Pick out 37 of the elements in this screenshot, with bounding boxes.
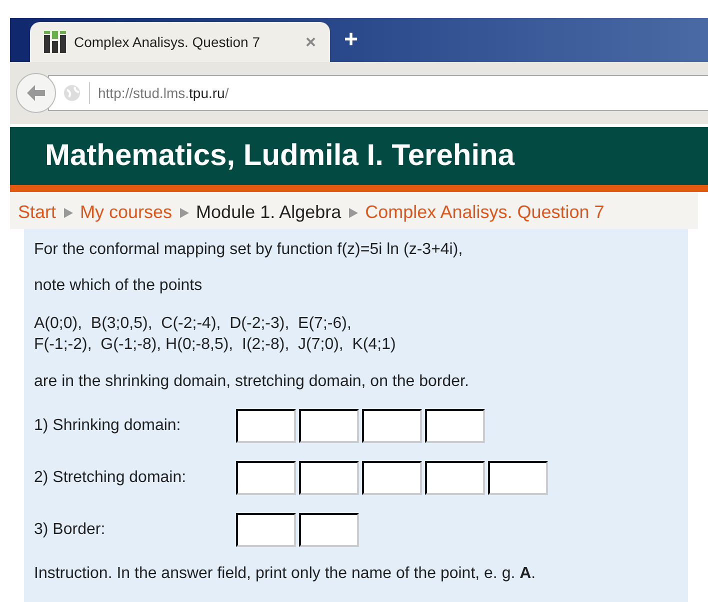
answer-field[interactable] — [299, 513, 359, 547]
answer-label: 1) Shrinking domain: — [34, 417, 182, 435]
back-button[interactable] — [16, 73, 56, 113]
question-text: are in the shrinking domain, stretching domain, on the border. — [34, 373, 470, 391]
answer-field[interactable] — [362, 409, 422, 443]
answer-field[interactable] — [236, 513, 296, 547]
new-tab-button[interactable]: + — [344, 26, 358, 54]
question-text: note which of the points — [34, 277, 204, 295]
back-arrow-icon — [26, 84, 46, 102]
breadcrumb-current: Module 1. Algebra — [196, 202, 342, 223]
close-icon[interactable]: × — [305, 32, 316, 52]
separator-triangle-icon — [62, 206, 74, 218]
site-title: Mathematics, Ludmila I. Terehina — [45, 139, 515, 173]
address-field[interactable]: http://stud.lms.tpu.ru/ — [48, 75, 708, 111]
answer-field[interactable] — [362, 461, 422, 495]
separator-triangle-icon — [178, 206, 190, 218]
globe-icon — [63, 84, 81, 102]
points-list: A(0;0), B(3;0,5), C(-2;-4), D(-2;-3), E(7;-6), F(-1;-2), G(-1;-8), H(0;-8,5), I(2;-8), J(7;0), K(4;1) — [34, 313, 678, 355]
answer-field[interactable] — [299, 409, 359, 443]
answer-field[interactable] — [425, 409, 485, 443]
tab-title: Complex Analisys. Question 7 — [74, 34, 261, 50]
answer-field[interactable] — [488, 461, 548, 495]
answer-label: 3) Border: — [34, 521, 106, 539]
separator-triangle-icon — [347, 206, 360, 218]
answer-field[interactable] — [236, 461, 296, 495]
answer-field[interactable] — [236, 409, 296, 443]
breadcrumb-link[interactable]: Complex Analisys. Question 7 — [365, 202, 604, 223]
bar-chart-icon — [44, 31, 66, 53]
breadcrumb-link[interactable]: Start — [18, 202, 56, 223]
answer-label: 2) Stretching domain: — [34, 469, 188, 487]
browser-tab[interactable]: Complex Analisys. Question 7 × — [30, 22, 330, 62]
url-text: http://stud.lms.tpu.ru/ — [98, 85, 229, 101]
breadcrumb-link[interactable]: My courses — [80, 202, 172, 223]
answer-field[interactable] — [299, 461, 359, 495]
question-text: For the conformal mapping set by function f(z)=5i ln (z-3+4i), — [34, 241, 464, 259]
instruction-text: Instruction. In the answer field, print only the name of the point, e. g. A. — [34, 565, 537, 583]
answer-field[interactable] — [425, 461, 485, 495]
